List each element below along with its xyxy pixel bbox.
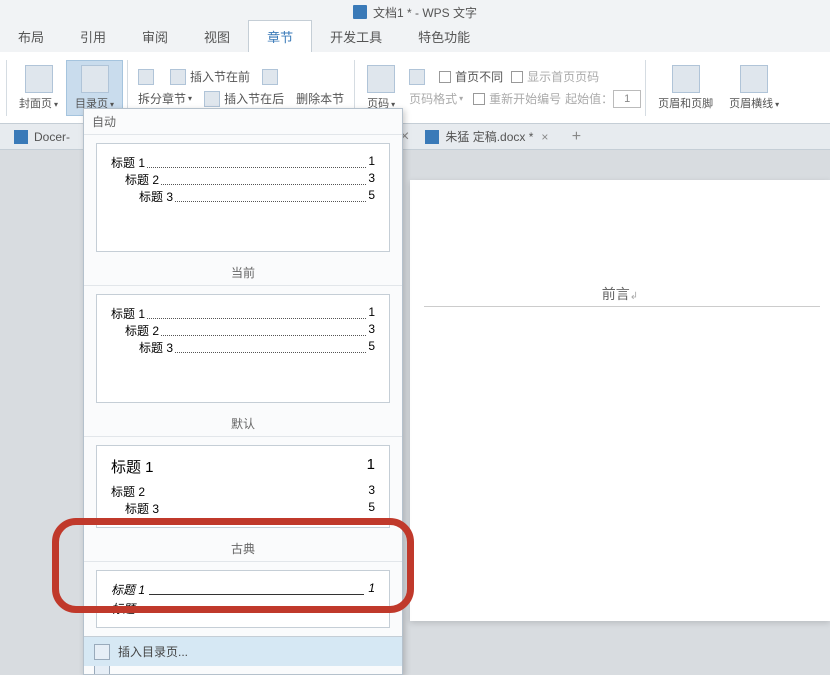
insert-before-icon	[170, 69, 186, 85]
tab-features[interactable]: 特色功能	[400, 21, 488, 52]
tab-dev[interactable]: 开发工具	[312, 21, 400, 52]
page-rule	[424, 306, 820, 307]
insert-toc-icon	[94, 644, 110, 660]
dd-section-current: 当前	[84, 260, 402, 286]
close-icon[interactable]: ×	[541, 130, 548, 144]
document-page[interactable]: 前言	[410, 180, 830, 621]
tab-layout[interactable]: 布局	[0, 21, 62, 52]
split-section-button[interactable]	[132, 67, 164, 87]
delete-icon	[262, 69, 278, 85]
show-first-page-check: 显示首页页码	[507, 66, 603, 87]
insert-after-icon	[204, 91, 220, 107]
first-page-diff-check[interactable]: 首页不同	[435, 66, 507, 87]
delete-section-button[interactable]: 删除本节	[290, 88, 350, 109]
window-title: 文档1 * - WPS 文字	[373, 4, 477, 21]
doc-icon	[14, 130, 28, 144]
tab-reference[interactable]: 引用	[62, 21, 124, 52]
header-line-button[interactable]: 页眉横线▾	[721, 61, 787, 115]
header-footer-icon	[672, 65, 700, 93]
menu-tabs: 布局 引用 审阅 视图 章节 开发工具 特色功能	[0, 24, 830, 52]
app-icon	[353, 5, 367, 19]
insert-after-button[interactable]: 插入节在后	[198, 88, 290, 109]
doc-tab-zhumeng[interactable]: 朱猛 定稿.docx * ×	[415, 125, 558, 148]
start-at-label: 起始值：	[565, 90, 613, 107]
insert-toc-menuitem[interactable]: 插入目录页...	[84, 636, 402, 666]
page-number-button[interactable]: 页码▾	[359, 61, 403, 115]
dd-section-auto: 自动	[84, 109, 402, 135]
toc-preview-classic[interactable]: 标题 11 标题	[96, 570, 390, 628]
doc-tab-docer[interactable]: Docer-	[4, 127, 80, 147]
delete-section-button-top[interactable]	[256, 67, 288, 87]
toc-preview-current[interactable]: 标题 11 标题 23 标题 35	[96, 294, 390, 403]
split-icon	[138, 69, 154, 85]
split-chapter-button[interactable]: 拆分章节▾	[132, 88, 198, 109]
dd-section-default: 默认	[84, 411, 402, 437]
checkbox-icon	[511, 71, 523, 83]
restart-number-check: 重新开始编号	[469, 88, 565, 109]
num-format-icon	[409, 69, 425, 85]
header-footer-button[interactable]: 页眉和页脚	[650, 61, 721, 115]
menu-icon	[94, 666, 110, 674]
cover-page-button[interactable]: 封面页▾	[11, 61, 66, 115]
number-format-label: 页码格式▾	[403, 88, 469, 109]
checkbox-icon	[473, 93, 485, 105]
tab-view[interactable]: 视图	[186, 21, 248, 52]
tab-review[interactable]: 审阅	[124, 21, 186, 52]
page-number-icon	[367, 65, 395, 93]
tab-chapter[interactable]: 章节	[248, 20, 312, 52]
toc-dropdown: 自动 标题 11 标题 23 标题 35 当前 标题 11 标题 23 标题 3…	[83, 108, 403, 675]
doc-icon	[425, 130, 439, 144]
toc-preview-default[interactable]: 标题 11 标题 23 标题 35	[96, 445, 390, 528]
number-format-button	[403, 67, 435, 87]
start-at-input[interactable]	[613, 90, 641, 108]
dd-section-classic: 古典	[84, 536, 402, 562]
insert-before-button[interactable]: 插入节在前	[164, 66, 256, 87]
toc-page-icon	[81, 65, 109, 93]
checkbox-icon	[439, 71, 451, 83]
page-heading: 前言	[410, 284, 830, 304]
extra-menuitem[interactable]	[84, 666, 402, 674]
cover-page-icon	[25, 65, 53, 93]
new-tab-button[interactable]: +	[568, 128, 584, 146]
header-line-icon	[740, 65, 768, 93]
toc-preview-auto[interactable]: 标题 11 标题 23 标题 35	[96, 143, 390, 252]
